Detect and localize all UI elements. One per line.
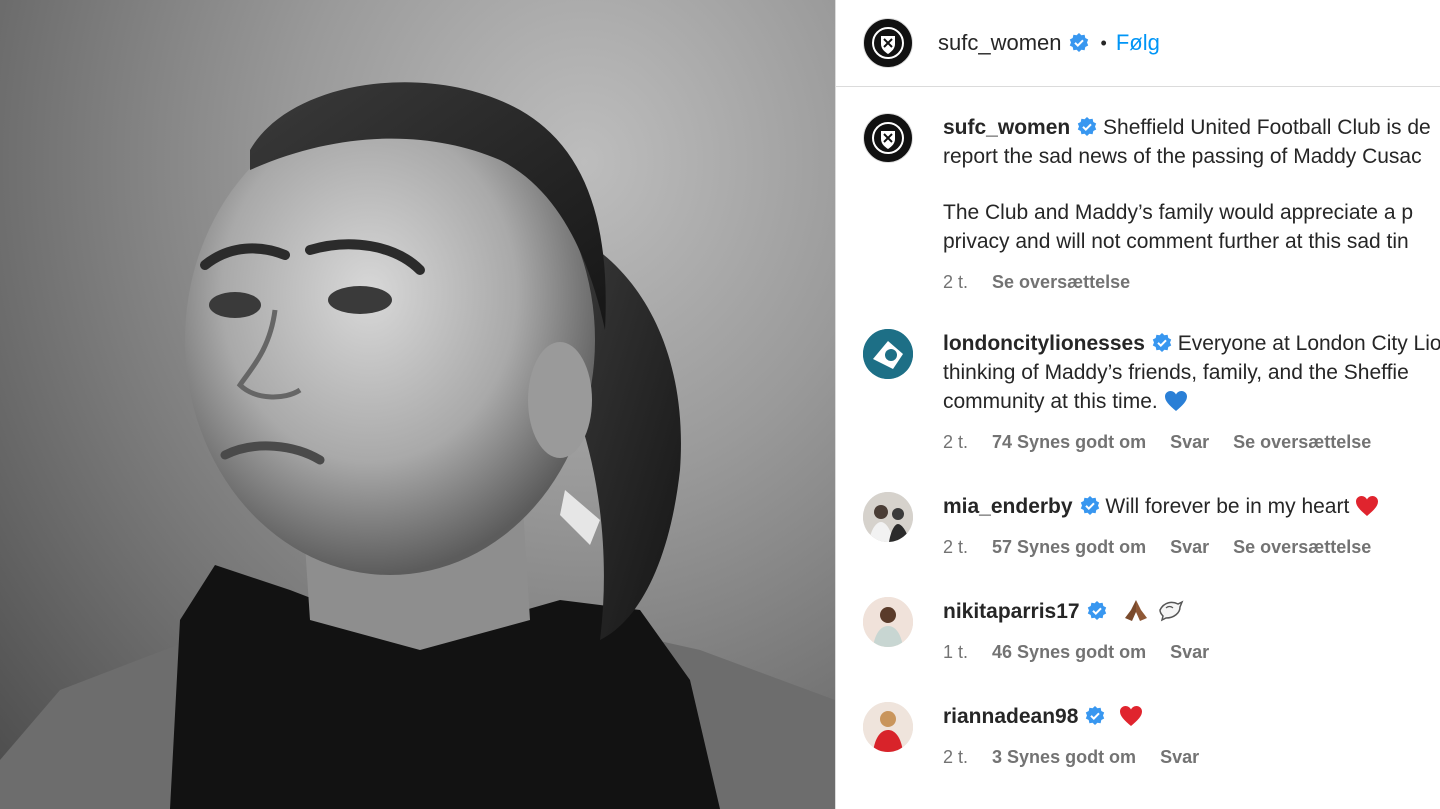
comment-meta: 2 t. 3 Synes godt om Svar (943, 743, 1218, 772)
caption-translate-button[interactable]: Se oversættelse (992, 272, 1130, 292)
comment-body: mia_enderby Will forever be in my heart … (943, 492, 1390, 562)
praying-hands-emoji-icon (1125, 600, 1148, 621)
comment-time: 2 t. (943, 747, 969, 767)
caption-line-1: Sheffield United Football Club is de (1103, 116, 1431, 139)
comment-line-1: Everyone at London City Lio (1177, 332, 1440, 355)
reply-button[interactable]: Svar (1170, 537, 1209, 557)
comment-item: nikitaparris17 1 t. 46 Synes godt om Sva… (863, 597, 1440, 667)
reply-button[interactable]: Svar (1160, 747, 1199, 767)
comment-time: 2 t. (943, 537, 969, 557)
comment-likes[interactable]: 46 Synes godt om (992, 642, 1146, 662)
header-username[interactable]: sufc_women (938, 30, 1062, 56)
comment-username[interactable]: nikitaparris17 (943, 600, 1080, 623)
separator-dot: • (1100, 32, 1107, 53)
follow-button[interactable]: Følg (1116, 30, 1160, 56)
club-crest-icon (872, 122, 904, 154)
post-sidebar: sufc_women • Følg sufc_women Sheffield U… (835, 0, 1440, 809)
translate-button[interactable]: Se oversættelse (1233, 432, 1371, 452)
comment-meta: 2 t. 74 Synes godt om Svar Se oversættel… (943, 428, 1440, 457)
commenter-avatar[interactable] (863, 492, 913, 542)
caption-line-2: report the sad news of the passing of Ma… (943, 145, 1422, 168)
user-photo-icon (863, 492, 913, 542)
post-caption: sufc_women Sheffield United Football Clu… (863, 113, 1440, 297)
comment-body: londoncitylionesses Everyone at London C… (943, 329, 1440, 457)
club-avatar[interactable] (863, 18, 913, 68)
comment-body: riannadean98 2 t. 3 Synes godt om Svar (943, 702, 1218, 772)
caption-username[interactable]: sufc_women (943, 116, 1070, 139)
user-photo-icon (863, 597, 913, 647)
comment-line-3: community at this time. (943, 390, 1158, 413)
comment-time: 1 t. (943, 642, 969, 662)
comment-body: nikitaparris17 1 t. 46 Synes godt om Sva… (943, 597, 1228, 667)
red-heart-emoji-icon (1356, 496, 1379, 516)
comment-username[interactable]: riannadean98 (943, 705, 1078, 728)
verified-badge-icon (1080, 496, 1099, 515)
user-photo-icon (863, 702, 913, 752)
comment-item: mia_enderby Will forever be in my heart … (863, 492, 1440, 562)
reply-button[interactable]: Svar (1170, 432, 1209, 452)
verified-badge-icon (1069, 33, 1088, 52)
caption-avatar[interactable] (863, 113, 913, 163)
instagram-post-view: sufc_women • Følg sufc_women Sheffield U… (0, 0, 1440, 809)
comment-likes[interactable]: 74 Synes godt om (992, 432, 1146, 452)
dove-emoji-icon (1159, 600, 1184, 622)
post-photo[interactable] (0, 0, 835, 809)
club-crest-icon (872, 27, 904, 59)
commenter-avatar[interactable] (863, 597, 913, 647)
comment-item: riannadean98 2 t. 3 Synes godt om Svar (863, 702, 1440, 772)
commenter-avatar[interactable] (863, 329, 913, 379)
lioness-logo-icon (863, 329, 913, 379)
comment-item: londoncitylionesses Everyone at London C… (863, 329, 1440, 457)
comment-likes[interactable]: 3 Synes godt om (992, 747, 1136, 767)
caption-meta: 2 t. Se oversættelse (943, 268, 1431, 297)
red-heart-emoji-icon (1120, 706, 1143, 726)
comment-username[interactable]: londoncitylionesses (943, 332, 1145, 355)
translate-button[interactable]: Se oversættelse (1233, 537, 1371, 557)
caption-body: sufc_women Sheffield United Football Clu… (943, 113, 1431, 297)
verified-badge-icon (1086, 706, 1105, 725)
comments-feed[interactable]: sufc_women Sheffield United Football Clu… (836, 87, 1440, 809)
commenter-avatar[interactable] (863, 702, 913, 752)
comment-line-2: thinking of Maddy’s friends, family, and… (943, 361, 1409, 384)
comment-username[interactable]: mia_enderby (943, 495, 1073, 518)
verified-badge-icon (1152, 333, 1172, 352)
verified-badge-icon (1087, 601, 1106, 620)
comment-line-1: Will forever be in my heart (1105, 495, 1350, 518)
verified-badge-icon (1078, 117, 1097, 136)
comment-time: 2 t. (943, 432, 969, 452)
comment-likes[interactable]: 57 Synes godt om (992, 537, 1146, 557)
comment-meta: 2 t. 57 Synes godt om Svar Se oversættel… (943, 533, 1390, 562)
comment-meta: 1 t. 46 Synes godt om Svar (943, 638, 1228, 667)
reply-button[interactable]: Svar (1170, 642, 1209, 662)
blue-heart-emoji-icon (1164, 391, 1187, 411)
caption-line-3: The Club and Maddy’s family would apprec… (943, 201, 1414, 224)
post-header: sufc_women • Følg (836, 0, 1440, 87)
portrait-illustration (0, 82, 835, 809)
caption-line-4: privacy and will not comment further at … (943, 230, 1409, 253)
caption-time: 2 t. (943, 272, 969, 292)
